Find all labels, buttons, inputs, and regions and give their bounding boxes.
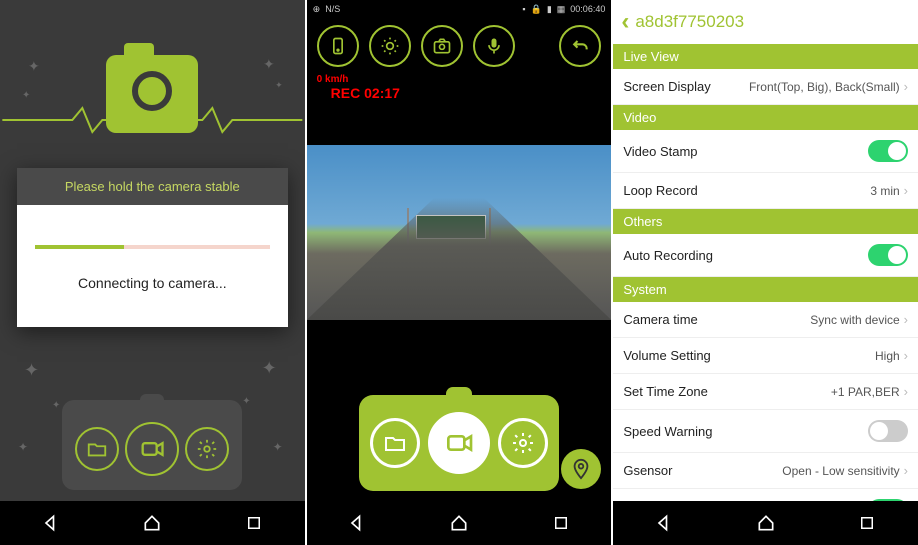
row-label: Camera time (623, 312, 810, 327)
row-label: Screen Display (623, 79, 749, 94)
lock-icon: 🔒 (531, 4, 542, 15)
row-value: Front(Top, Big), Back(Small) (749, 80, 900, 94)
screen-connecting: ✦ ✦ ✦ ✦ ✦ ✦ ✦ ✦ ✦ ✦ Please hold the came… (0, 0, 305, 545)
row-camera-time[interactable]: Camera time Sync with device › (613, 302, 918, 338)
sparkle-icon: ✦ (263, 56, 275, 73)
sd-card-icon: ▪ (522, 4, 525, 14)
row-volume-setting[interactable]: Volume Setting High › (613, 338, 918, 374)
chevron-right-icon: › (904, 183, 908, 198)
brightness-button[interactable] (369, 25, 411, 67)
bottom-action-panel (359, 395, 559, 491)
progress-fill (35, 245, 124, 249)
compass-icon: ⊕ (313, 4, 321, 15)
row-label: Loop Record (623, 183, 870, 198)
map-button[interactable] (561, 449, 601, 489)
chevron-right-icon: › (904, 384, 908, 399)
row-label: Auto Recording (623, 248, 868, 263)
row-value: Open - Low sensitivity (782, 464, 899, 478)
sparkle-icon: ✦ (52, 400, 60, 411)
settings-button[interactable] (185, 427, 229, 471)
settings-list[interactable]: Live View Screen Display Front(Top, Big)… (613, 44, 918, 545)
dialog-header: Please hold the camera stable (17, 168, 288, 205)
folder-button[interactable] (370, 418, 420, 468)
compass-label: N/S (325, 4, 340, 14)
speed-readout: 0 km/h (317, 74, 602, 85)
android-navbar (613, 501, 918, 545)
nav-recent-icon[interactable] (852, 508, 882, 538)
bottom-action-panel (62, 400, 242, 490)
elapsed-time: 00:06:40 (570, 4, 605, 14)
sparkle-icon: ✦ (18, 440, 28, 454)
row-value: Sync with device (810, 313, 899, 327)
row-value: +1 PAR,BER (831, 385, 900, 399)
live-video-feed[interactable] (307, 145, 612, 320)
chevron-right-icon: › (904, 79, 908, 94)
recording-info: 0 km/h REC 02:17 (307, 74, 612, 105)
toggle-speed-warning[interactable] (868, 420, 908, 442)
sparkle-icon: ✦ (275, 80, 283, 91)
toolbar (307, 18, 612, 74)
film-icon: ▦ (557, 4, 566, 15)
settings-button[interactable] (498, 418, 548, 468)
row-value: High (875, 349, 900, 363)
sparkle-icon: ✦ (242, 396, 250, 407)
nav-recent-icon[interactable] (239, 508, 269, 538)
rec-indicator: REC 02:17 (317, 85, 602, 101)
phone-mode-button[interactable] (317, 25, 359, 67)
status-bar: ⊕ N/S ▪ 🔒 ▮ ▦ 00:06:40 (307, 0, 612, 18)
sparkle-icon: ✦ (28, 58, 40, 75)
nav-back-icon[interactable] (342, 508, 372, 538)
chevron-right-icon: › (904, 348, 908, 363)
folder-button[interactable] (75, 427, 119, 471)
status-text: Connecting to camera... (35, 275, 270, 291)
camera-logo-icon (106, 55, 198, 133)
android-navbar (0, 501, 305, 545)
row-auto-recording[interactable]: Auto Recording (613, 234, 918, 277)
row-label: Speed Warning (623, 424, 868, 439)
section-live-view: Live View (613, 44, 918, 69)
snapshot-button[interactable] (421, 25, 463, 67)
record-button[interactable] (428, 412, 490, 474)
row-time-zone[interactable]: Set Time Zone +1 PAR,BER › (613, 374, 918, 410)
row-screen-display[interactable]: Screen Display Front(Top, Big), Back(Sma… (613, 69, 918, 105)
screen-live-view: ⊕ N/S ▪ 🔒 ▮ ▦ 00:06:40 0 km/h REC 02:17 (307, 0, 612, 545)
nav-back-icon[interactable] (649, 508, 679, 538)
row-value: 3 min (870, 184, 899, 198)
sparkle-icon: ✦ (273, 440, 283, 454)
section-system: System (613, 277, 918, 302)
progress-bar (35, 245, 270, 249)
row-label: Volume Setting (623, 348, 875, 363)
connecting-dialog: Please hold the camera stable Connecting… (17, 168, 288, 327)
battery-icon: ▮ (547, 4, 552, 15)
back-button[interactable] (559, 25, 601, 67)
row-gsensor[interactable]: Gsensor Open - Low sensitivity › (613, 453, 918, 489)
section-others: Others (613, 209, 918, 234)
row-speed-warning[interactable]: Speed Warning (613, 410, 918, 453)
nav-home-icon[interactable] (137, 508, 167, 538)
row-loop-record[interactable]: Loop Record 3 min › (613, 173, 918, 209)
nav-back-icon[interactable] (36, 508, 66, 538)
sparkle-icon: ✦ (24, 360, 39, 381)
nav-recent-icon[interactable] (546, 508, 576, 538)
row-label: Set Time Zone (623, 384, 831, 399)
android-navbar (307, 501, 612, 545)
row-video-stamp[interactable]: Video Stamp (613, 130, 918, 173)
screen-settings: ‹ a8d3f7750203 Live View Screen Display … (613, 0, 918, 545)
nav-home-icon[interactable] (444, 508, 474, 538)
mic-button[interactable] (473, 25, 515, 67)
section-video: Video (613, 105, 918, 130)
row-label: Gsensor (623, 463, 782, 478)
record-button[interactable] (125, 422, 179, 476)
device-id-title: a8d3f7750203 (635, 12, 744, 32)
nav-home-icon[interactable] (751, 508, 781, 538)
row-label: Video Stamp (623, 144, 868, 159)
back-chevron-icon[interactable]: ‹ (621, 8, 629, 36)
chevron-right-icon: › (904, 312, 908, 327)
settings-header: ‹ a8d3f7750203 (613, 0, 918, 44)
toggle-auto-recording[interactable] (868, 244, 908, 266)
toggle-video-stamp[interactable] (868, 140, 908, 162)
chevron-right-icon: › (904, 463, 908, 478)
sparkle-icon: ✦ (262, 358, 277, 379)
